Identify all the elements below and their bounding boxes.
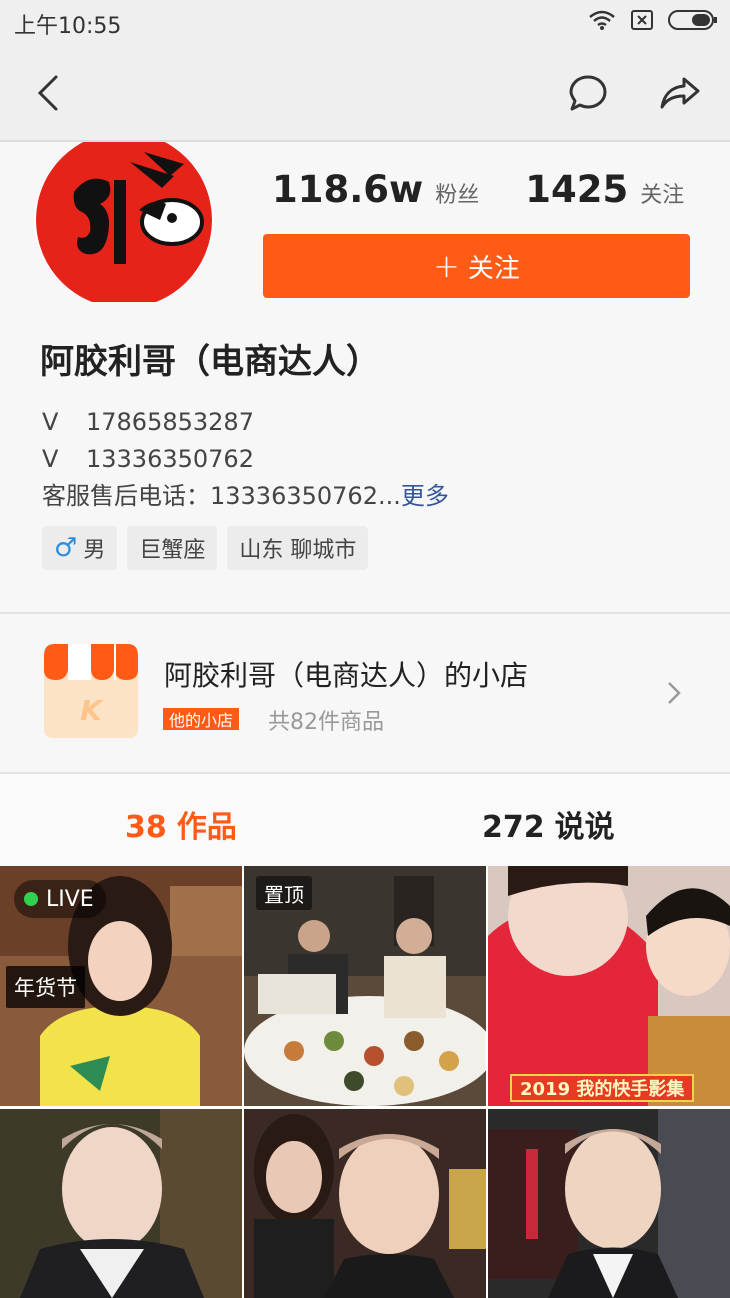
follow-button[interactable]: + 关注 <box>263 234 690 298</box>
content-tabs: 38 作品 272 说说 <box>0 774 730 866</box>
bio-more-link[interactable]: 更多 <box>401 482 449 510</box>
chevron-right-icon <box>668 682 681 704</box>
live-label: LIVE <box>46 886 94 912</box>
sim-off-icon <box>631 10 653 30</box>
thumbnail-image <box>0 1109 242 1298</box>
svg-text:K: K <box>80 694 104 727</box>
fans-count[interactable]: 118.6w <box>272 168 423 211</box>
video-thumbnail[interactable] <box>0 1109 242 1298</box>
tag-zodiac: 巨蟹座 <box>127 526 218 570</box>
bio-service: 客服售后电话：13336350762... <box>42 482 401 510</box>
thumbnail-image <box>488 866 730 1106</box>
tag-location: 山东 聊城市 <box>227 526 369 570</box>
bio-phone: 13336350762 <box>86 445 254 473</box>
bio-phone: 17865853287 <box>86 408 254 436</box>
thumbnail-image <box>488 1109 730 1298</box>
thumbnail-image <box>244 1109 486 1298</box>
album-badge: 2019 我的快手影集 <box>510 1074 695 1102</box>
following-label[interactable]: 关注 <box>640 177 684 209</box>
top-navbar <box>0 44 730 142</box>
bio-prefix: V <box>42 445 59 473</box>
video-grid: LIVE 年货节 置顶 2019 我的快手影集 <box>0 866 730 1298</box>
status-time: 上午10:55 <box>14 14 122 39</box>
festival-badge: 年货节 <box>6 966 85 1008</box>
bio-line: V 13336350762 <box>42 441 449 478</box>
video-thumbnail[interactable] <box>244 1109 486 1298</box>
donkey-logo-icon <box>34 132 214 308</box>
profile-name: 阿胶利哥（电商达人） <box>40 342 380 382</box>
follow-button-label: 关注 <box>467 253 520 284</box>
battery-icon <box>668 10 717 30</box>
status-bar: 上午10:55 <box>0 0 730 44</box>
tag-gender: ♂ 男 <box>42 526 118 570</box>
chat-bubble-icon <box>569 75 607 111</box>
tab-moments-count: 272 <box>482 810 545 845</box>
shop-item-count: 共82件商品 <box>268 710 384 735</box>
share-button[interactable] <box>655 68 705 118</box>
back-button[interactable] <box>24 68 74 118</box>
tab-works-label: 作品 <box>176 810 237 845</box>
shop-store-icon: K <box>40 640 142 742</box>
back-arrow-icon <box>37 75 58 111</box>
live-badge: LIVE <box>14 880 106 918</box>
message-button[interactable] <box>563 68 613 118</box>
tab-moments[interactable]: 272 说说 <box>482 802 615 846</box>
tab-works[interactable]: 38 作品 <box>125 802 237 846</box>
profile-tags: ♂ 男 巨蟹座 山东 聊城市 <box>42 526 369 570</box>
tag-gender-label: 男 <box>83 538 106 563</box>
fans-label[interactable]: 粉丝 <box>435 177 479 209</box>
live-dot-icon <box>24 892 38 906</box>
video-thumbnail[interactable]: LIVE 年货节 <box>0 866 242 1106</box>
wifi-icon <box>589 10 615 30</box>
shop-badge: 他的小店 <box>163 708 240 730</box>
following-count[interactable]: 1425 <box>525 168 628 211</box>
profile-stats: 118.6w 粉丝 1425 关注 <box>272 168 684 211</box>
plus-icon: + <box>433 247 460 285</box>
profile-bio: V 17865853287 V 13336350762 客服售后电话：1333635… <box>42 404 449 515</box>
bio-prefix: V <box>42 408 59 436</box>
status-icons <box>588 9 718 31</box>
bio-service-line: 客服售后电话：13336350762...更多 <box>42 478 449 515</box>
profile-section: 118.6w 粉丝 1425 关注 + 关注 阿胶利哥（电商达人） V 17865… <box>0 132 730 612</box>
male-icon: ♂ <box>54 533 78 563</box>
avatar[interactable] <box>34 132 214 308</box>
video-thumbnail[interactable]: 置顶 <box>244 866 486 1106</box>
shop-entry[interactable]: K 阿胶利哥（电商达人）的小店 他的小店 共82件商品 <box>0 614 730 772</box>
video-thumbnail[interactable]: 2019 我的快手影集 <box>488 866 730 1106</box>
bio-line: V 17865853287 <box>42 404 449 441</box>
pinned-badge: 置顶 <box>256 876 312 910</box>
video-thumbnail[interactable] <box>488 1109 730 1298</box>
shop-title: 阿胶利哥（电商达人）的小店 <box>164 659 529 692</box>
share-icon <box>660 77 700 109</box>
tab-works-count: 38 <box>125 810 167 845</box>
tab-moments-label: 说说 <box>554 810 615 845</box>
